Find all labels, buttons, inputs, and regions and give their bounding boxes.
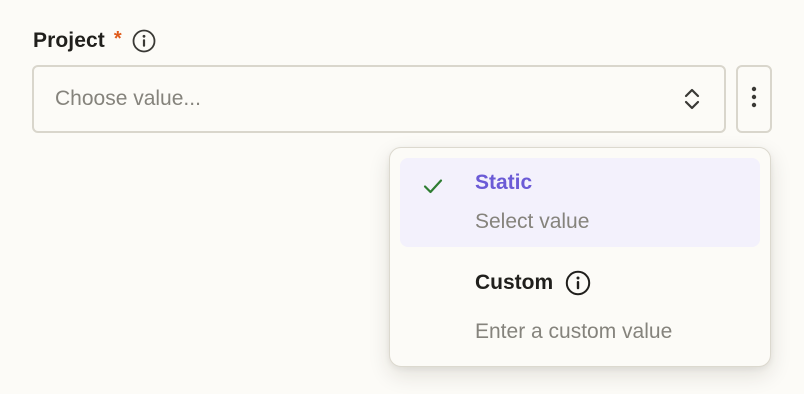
info-circle-icon[interactable]	[132, 29, 156, 53]
select-placeholder: Choose value...	[55, 87, 201, 110]
menu-item-custom-title: Custom	[475, 271, 554, 294]
checkmark-icon	[422, 175, 444, 197]
info-circle-icon[interactable]	[565, 270, 591, 296]
menu-item-custom[interactable]: Custom Enter a custom value	[400, 249, 760, 349]
field-label: Project	[33, 29, 105, 52]
menu-item-static-title: Static	[475, 171, 533, 194]
value-type-menu: Static Select value Custom Enter a custo…	[389, 147, 771, 367]
project-select[interactable]: Choose value...	[32, 65, 726, 133]
menu-item-static-subtitle: Select value	[475, 210, 590, 233]
more-options-button[interactable]	[736, 65, 772, 133]
menu-item-static[interactable]: Static Select value	[400, 158, 760, 247]
more-vertical-icon	[751, 85, 757, 114]
field-label-row: Project *	[33, 26, 156, 56]
chevron-up-down-icon	[681, 85, 703, 113]
menu-item-custom-subtitle: Enter a custom value	[475, 320, 673, 343]
menu-item-custom-title-row: Custom	[475, 270, 591, 296]
required-marker: *	[113, 27, 122, 50]
